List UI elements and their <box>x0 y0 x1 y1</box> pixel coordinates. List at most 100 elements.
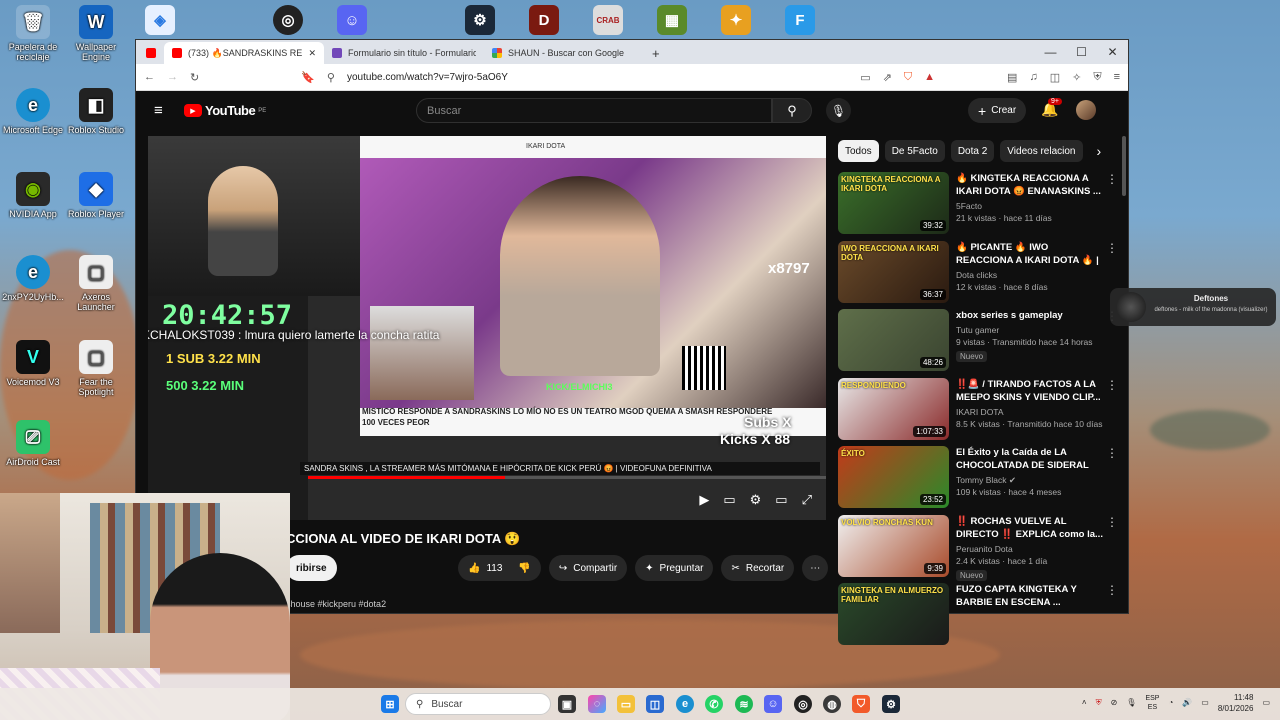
recommendation-title[interactable]: El Éxito y la Caída de LA CHOCOLATADA DE… <box>956 446 1104 472</box>
recommendation-item[interactable]: KINGTEKA EN ALMUERZO FAMILIAR FUZO CAPTA… <box>838 583 1118 652</box>
vpn-icon[interactable]: ⛨ <box>1093 71 1101 84</box>
browser-tab-forms[interactable]: Formulario sin título - Formularios de <box>324 42 484 64</box>
recommendation-thumbnail[interactable]: IWO REACCIONA A IKARI DOTA 36:37 <box>838 240 949 303</box>
recommendation-item[interactable]: KINGTEKA REACCIONA A IKARI DOTA 39:32 🔥 … <box>838 172 1118 241</box>
whatsapp-icon[interactable]: ✆ <box>705 695 723 713</box>
desktop-icon-recycle-bin[interactable]: 🗑 Papelera de reciclaje <box>0 5 66 62</box>
recommendation-thumbnail[interactable]: 48:26 <box>838 309 949 371</box>
brave-rewards-icon[interactable]: ▲ <box>924 71 935 83</box>
recommendation-thumbnail[interactable]: KINGTEKA EN ALMUERZO FAMILIAR <box>838 583 949 645</box>
recommendation-item[interactable]: 48:26 xbox series s gameplay Tutu gamer … <box>838 309 1118 378</box>
desktop-icon-axeros[interactable]: ▢ Axeros Launcher <box>63 255 129 312</box>
desktop-icon-nvidia[interactable]: ◉ NVIDIA App <box>0 172 66 219</box>
wifi-icon[interactable]: ◔ <box>1168 697 1173 709</box>
chevron-right-icon[interactable]: › <box>1097 140 1102 162</box>
clock[interactable]: 11:48 8/01/2026 <box>1218 692 1254 714</box>
youtube-logo[interactable]: ▶ YouTube PE <box>184 103 266 118</box>
recommendation-thumbnail[interactable]: RESPONDIENDO 1:07:33 <box>838 377 949 440</box>
fullscreen-icon[interactable]: ⤢ <box>802 492 812 508</box>
recommendation-channel[interactable]: 5Facto <box>956 200 1104 212</box>
network-off-icon[interactable]: ⊘ <box>1111 697 1118 709</box>
like-icon[interactable]: 👍 <box>468 563 480 574</box>
spotify-icon[interactable]: ≋ <box>735 695 753 713</box>
store-icon[interactable]: ◫ <box>646 695 664 713</box>
recommendation-thumbnail[interactable]: VOLVIO RONCHAS KUN 9:39 <box>838 514 949 577</box>
more-options-icon[interactable]: ⋮ <box>1106 446 1118 460</box>
create-button[interactable]: + Crear <box>968 98 1027 123</box>
desktop-icon-wallpaper-engine[interactable]: W Wallpaper Engine <box>63 5 129 62</box>
sidebar-icon[interactable]: ▤ <box>1007 71 1017 84</box>
close-tab-icon[interactable]: ✕ <box>308 48 316 59</box>
more-options-icon[interactable]: ⋮ <box>1106 172 1118 186</box>
voice-search-button[interactable]: 🎙 <box>826 98 851 123</box>
taskbar-search[interactable]: ⚲ Buscar <box>405 693 551 715</box>
file-explorer-icon[interactable]: ▭ <box>617 695 635 713</box>
close-window-icon[interactable]: ✕ <box>1097 40 1128 64</box>
obs-taskbar-icon[interactable]: ◎ <box>794 695 812 713</box>
video-hashtags[interactable]: shouse #kickperu #dota2 <box>286 599 386 609</box>
url-field[interactable]: youtube.com/watch?v=7wjro-5aO6Y <box>347 72 848 83</box>
scrollbar[interactable] <box>1122 136 1126 196</box>
more-options-icon[interactable]: ⋮ <box>1106 515 1118 529</box>
recommendation-item[interactable]: RESPONDIENDO 1:07:33 ‼️🚨 / TIRANDO FACTO… <box>838 377 1118 447</box>
extensions-icon[interactable]: ✧ <box>1072 71 1081 84</box>
battery-icon[interactable]: ▭ <box>1201 697 1209 709</box>
avatar[interactable] <box>1076 100 1096 120</box>
desktop-icon-roblox[interactable]: ◆ Roblox Player <box>63 172 129 219</box>
progress-bar[interactable] <box>308 476 826 479</box>
steam-taskbar-icon[interactable]: ⚙ <box>882 695 900 713</box>
start-icon[interactable]: ⊞ <box>381 695 399 713</box>
app-taskbar-icon[interactable]: ◍ <box>823 695 841 713</box>
maximize-icon[interactable]: ☐ <box>1066 40 1097 64</box>
recommendation-title[interactable]: 🔥 KINGTEKA REACCIONA A IKARI DOTA 😡 ENAN… <box>956 172 1104 198</box>
music-icon[interactable]: ♫ <box>1029 71 1037 83</box>
back-icon[interactable]: ← <box>144 71 155 83</box>
ask-button[interactable]: ✦ Preguntar <box>635 555 714 581</box>
discord-taskbar-icon[interactable]: ☺ <box>764 695 782 713</box>
menu-icon[interactable]: ≡ <box>1114 71 1120 83</box>
recommendation-thumbnail[interactable]: KINGTEKA REACCIONA A IKARI DOTA 39:32 <box>838 172 949 234</box>
copilot-icon[interactable]: ◌ <box>588 695 606 713</box>
app-shortcut-icon[interactable]: ◈ <box>145 5 175 35</box>
recommendation-channel[interactable]: Tommy Black ✔ <box>956 474 1104 486</box>
chip-channel[interactable]: De 5Facto <box>884 140 945 162</box>
language-indicator[interactable]: ESP ES <box>1145 694 1159 712</box>
subscribe-button[interactable]: ribirse <box>286 555 337 581</box>
recommendation-item[interactable]: IWO REACCIONA A IKARI DOTA 36:37 🔥 PICAN… <box>838 240 1118 310</box>
desktop-icon-edge[interactable]: e Microsoft Edge <box>0 88 66 135</box>
volume-icon[interactable]: 🔊 <box>1182 697 1192 709</box>
recommendation-title[interactable]: xbox series s gameplay <box>956 309 1104 322</box>
site-info-icon[interactable]: ⚲ <box>327 71 335 84</box>
hamburger-menu-icon[interactable]: ≡ <box>154 102 163 119</box>
desktop-icon-edge-shortcut[interactable]: e 2nxPY2UyHb... <box>0 255 66 302</box>
split-view-icon[interactable]: ◫ <box>1050 71 1060 84</box>
notification-center-icon[interactable]: ▭ <box>1262 697 1270 709</box>
recommendation-channel[interactable]: Peruanito Dota <box>956 543 1104 555</box>
share-button[interactable]: ↪ Compartir <box>548 555 628 581</box>
browser-tab-active[interactable]: (733) 🔥SANDRASKINS REACCIO✕ <box>164 42 324 64</box>
browser-tab-youtube[interactable] <box>140 42 164 64</box>
recommendation-title[interactable]: ‼️ ROCHAS VUELVE AL DIRECTO ‼️ EXPLICA c… <box>956 515 1104 541</box>
reload-icon[interactable]: ↻ <box>190 71 199 84</box>
edge-taskbar-icon[interactable]: e <box>676 695 694 713</box>
share-icon[interactable]: ⇗ <box>883 71 892 84</box>
desktop-icon-airdroid[interactable]: ⎚ AirDroid Cast <box>0 420 66 467</box>
settings-gear-icon[interactable]: ⚙ <box>750 492 762 508</box>
play-icon[interactable]: ▶ <box>699 492 709 508</box>
minecraft-icon[interactable]: ▦ <box>657 5 687 35</box>
obs-icon[interactable]: ◎ <box>273 5 303 35</box>
task-view-icon[interactable]: ▣ <box>558 695 576 713</box>
recommendation-thumbnail[interactable]: ÉXITO 23:52 <box>838 446 949 508</box>
recommendation-title[interactable]: ‼️🚨 / TIRANDO FACTOS A LA MEEPO SKINS Y … <box>956 378 1104 404</box>
recommendation-channel[interactable]: IKARI DOTA <box>956 406 1104 418</box>
chip-dota[interactable]: Dota 2 <box>950 140 995 162</box>
dota-icon[interactable]: D <box>529 5 559 35</box>
chip-all[interactable]: Todos <box>838 140 879 162</box>
launcher-f-icon[interactable]: F <box>785 5 815 35</box>
security-icon[interactable]: ⛨ <box>1096 697 1102 709</box>
discord-icon[interactable]: ☺ <box>337 5 367 35</box>
steam-icon[interactable]: ⚙ <box>465 5 495 35</box>
browser-tab-google[interactable]: SHAUN - Buscar con Google <box>484 42 644 64</box>
desktop-icon-fear-spotlight[interactable]: ▢ Fear the Spotlight <box>63 340 129 397</box>
brave-shield-icon[interactable]: ⛉ <box>904 71 912 84</box>
